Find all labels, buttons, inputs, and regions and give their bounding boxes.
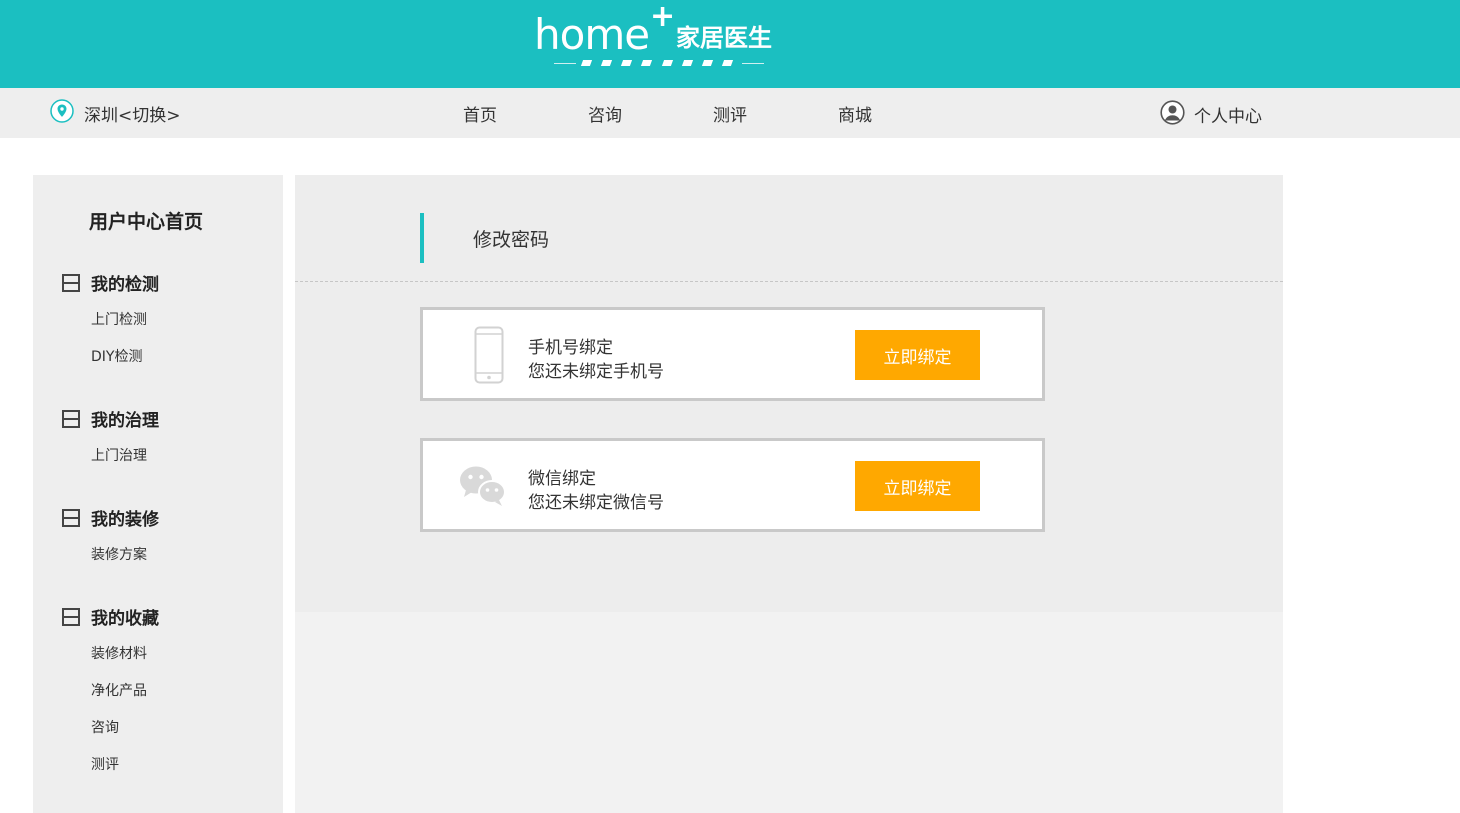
sidebar-section-label: 我的装修 <box>91 510 159 530</box>
logo-home-text: home <box>534 10 650 59</box>
sidebar-section-treatment[interactable]: 我的治理 <box>62 406 159 431</box>
mobile-phone-icon <box>474 326 504 388</box>
binding-panel: 修改密码 手机号绑定 您还未绑定手机号 立即绑定 微信绑定 您还未绑定微信号 立… <box>295 175 1283 612</box>
phone-binding-title: 手机号绑定 <box>528 338 613 358</box>
collapse-box-icon <box>62 409 80 428</box>
nav-consult[interactable]: 咨询 <box>588 101 622 126</box>
city-switcher[interactable]: 深圳<切换> <box>50 99 181 127</box>
user-avatar-icon <box>1160 100 1185 129</box>
sidebar-section-label: 我的治理 <box>91 411 159 431</box>
collapse-box-icon <box>62 607 80 626</box>
sidebar-link-diy-detection[interactable]: DIY检测 <box>91 346 142 366</box>
sidebar-link-onsite-treatment[interactable]: 上门治理 <box>91 445 147 465</box>
sidebar-link-purification-products[interactable]: 净化产品 <box>91 680 147 700</box>
wechat-icon <box>459 465 507 511</box>
site-logo[interactable]: home + 家居医生 <box>534 2 794 74</box>
phone-binding-status: 您还未绑定手机号 <box>528 362 664 382</box>
main-navbar: 深圳<切换> 首页 咨询 测评 商城 个人中心 <box>0 88 1460 138</box>
page-title: 修改密码 <box>473 229 550 251</box>
sidebar-title[interactable]: 用户中心首页 <box>89 207 203 234</box>
sidebar-section-decoration[interactable]: 我的装修 <box>62 505 159 530</box>
section-accent-bar <box>420 213 424 263</box>
sidebar-section-label: 我的检测 <box>91 275 159 295</box>
logo-cn-text: 家居医生 <box>676 24 772 52</box>
phone-binding-card: 手机号绑定 您还未绑定手机号 立即绑定 <box>420 307 1045 401</box>
main-content: 修改密码 手机号绑定 您还未绑定手机号 立即绑定 微信绑定 您还未绑定微信号 立… <box>295 175 1283 813</box>
sidebar-section-label: 我的收藏 <box>91 609 159 629</box>
city-label: 深圳<切换> <box>84 105 181 126</box>
header-banner: home + 家居医生 <box>0 0 1460 88</box>
sidebar-link-decoration-plan[interactable]: 装修方案 <box>91 544 147 564</box>
section-divider <box>295 281 1283 282</box>
sidebar-link-decoration-materials[interactable]: 装修材料 <box>91 643 147 663</box>
logo-plus-mark: + <box>650 0 676 34</box>
sidebar-link-review[interactable]: 测评 <box>91 754 119 774</box>
sidebar-section-detection[interactable]: 我的检测 <box>62 270 159 295</box>
bind-phone-button[interactable]: 立即绑定 <box>855 330 980 380</box>
location-pin-icon <box>50 99 74 127</box>
logo-tagline-decoration <box>554 58 764 68</box>
user-center-label: 个人中心 <box>1194 107 1262 127</box>
user-center-link[interactable]: 个人中心 <box>1160 100 1262 129</box>
bind-wechat-button[interactable]: 立即绑定 <box>855 461 980 511</box>
wechat-binding-card: 微信绑定 您还未绑定微信号 立即绑定 <box>420 438 1045 532</box>
sidebar-section-favorites[interactable]: 我的收藏 <box>62 604 159 629</box>
nav-review[interactable]: 测评 <box>713 101 747 126</box>
nav-home[interactable]: 首页 <box>463 101 497 126</box>
wechat-binding-title: 微信绑定 <box>528 469 596 489</box>
sidebar-link-onsite-detection[interactable]: 上门检测 <box>91 309 147 329</box>
user-center-sidebar: 用户中心首页 我的检测 上门检测 DIY检测 我的治理 上门治理 我的装修 装修… <box>33 175 283 813</box>
nav-mall[interactable]: 商城 <box>838 101 872 126</box>
collapse-box-icon <box>62 508 80 527</box>
collapse-box-icon <box>62 273 80 292</box>
sidebar-link-consult[interactable]: 咨询 <box>91 717 119 737</box>
wechat-binding-status: 您还未绑定微信号 <box>528 493 664 513</box>
main-lower-area <box>295 612 1283 813</box>
